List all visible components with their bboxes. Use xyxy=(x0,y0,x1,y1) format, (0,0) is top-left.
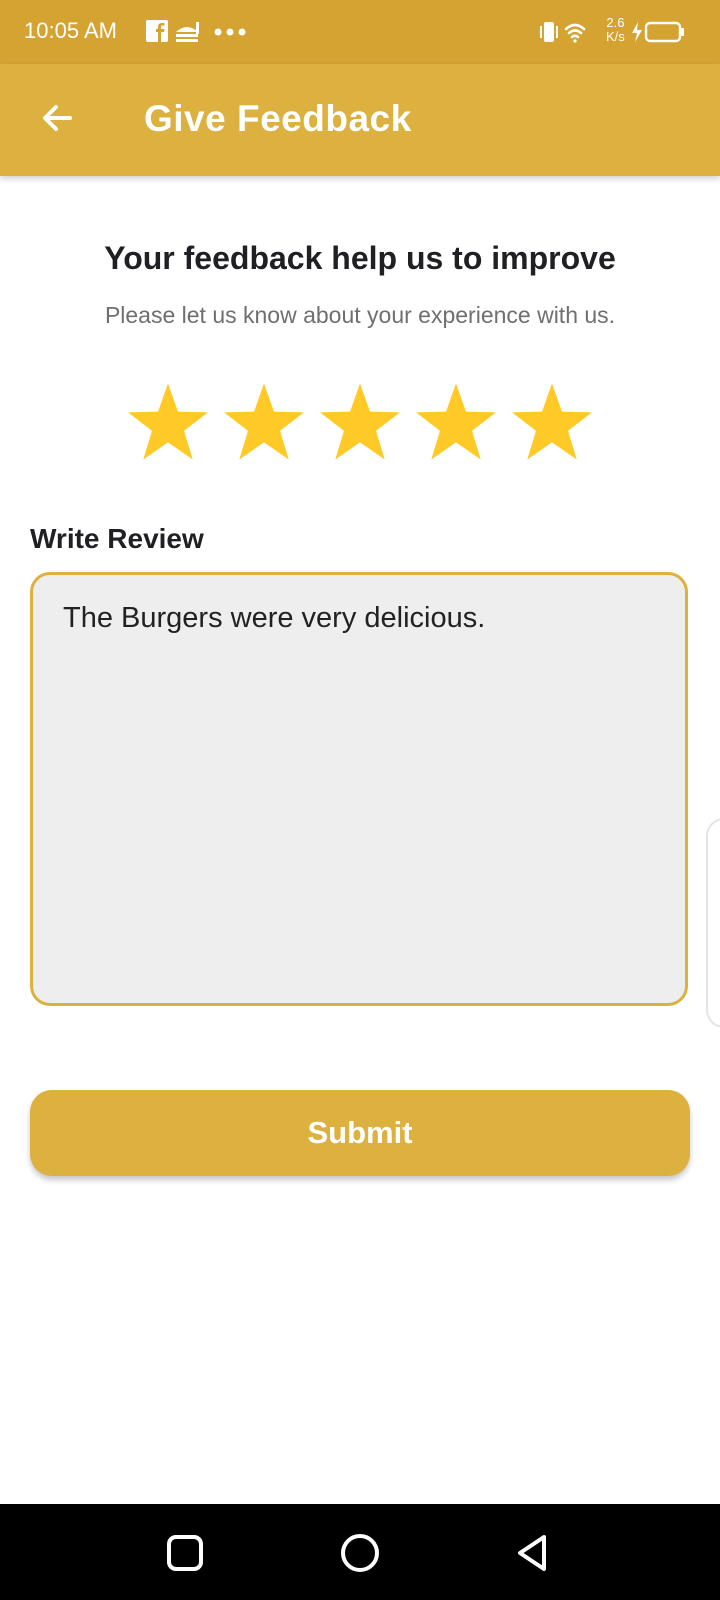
network-speed-value: 2.6 xyxy=(606,15,625,30)
more-dots-icon xyxy=(214,28,246,36)
star-3-icon[interactable] xyxy=(318,380,402,464)
recents-square-icon[interactable] xyxy=(162,1530,208,1576)
status-bar: 10:05 AM 2.6 K/s xyxy=(0,0,720,64)
status-time: 10:05 AM xyxy=(24,18,117,43)
feedback-subtext: Please let us know about your experience… xyxy=(104,302,616,328)
home-circle-icon[interactable] xyxy=(337,1530,383,1576)
star-4-icon[interactable] xyxy=(414,380,498,464)
wifi-icon xyxy=(564,23,586,43)
review-textarea[interactable]: The Burgers were very delicious. xyxy=(30,572,688,1006)
arrow-back-icon xyxy=(43,105,72,131)
network-speed: 2.6 K/s xyxy=(606,16,625,44)
star-1-icon[interactable] xyxy=(126,380,210,464)
back-button[interactable] xyxy=(30,94,82,146)
battery-icon xyxy=(644,21,684,43)
app-bar: Give Feedback xyxy=(0,64,720,176)
star-2-icon[interactable] xyxy=(222,380,306,464)
network-speed-unit: K/s xyxy=(606,29,625,44)
feedback-headline: Your feedback help us to improve xyxy=(104,240,616,276)
page-title: Give Feedback xyxy=(144,98,412,139)
back-triangle-icon[interactable] xyxy=(510,1530,556,1576)
review-label: Write Review xyxy=(30,523,204,554)
edge-panel-handle[interactable] xyxy=(706,818,720,1028)
food-app-icon xyxy=(176,22,199,42)
status-notification-icons xyxy=(146,20,246,42)
star-5-icon[interactable] xyxy=(510,380,594,464)
charging-icon xyxy=(632,22,642,42)
vibrate-icon xyxy=(540,22,558,42)
facebook-icon xyxy=(146,20,168,42)
submit-button[interactable]: Submit xyxy=(30,1090,690,1176)
system-nav-bar xyxy=(0,1504,720,1600)
review-text: The Burgers were very delicious. xyxy=(63,602,486,634)
